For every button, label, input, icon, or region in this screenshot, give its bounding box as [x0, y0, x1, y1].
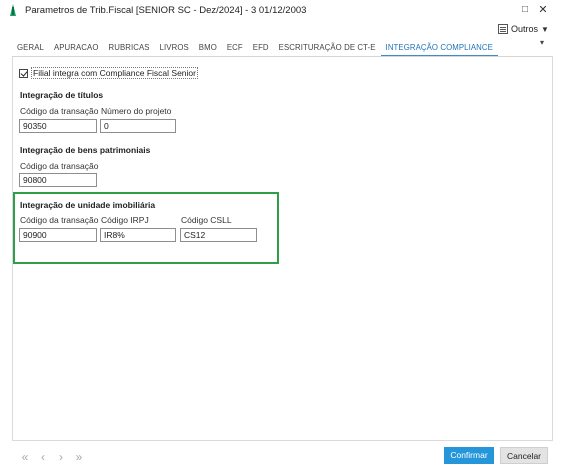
imobiliaria-codigo-label: Código da transação — [20, 215, 99, 225]
tab-efd[interactable]: EFD — [248, 40, 274, 57]
confirm-button[interactable]: Confirmar — [444, 447, 494, 464]
tab-ecf[interactable]: ECF — [222, 40, 248, 57]
tab-bmo[interactable]: BMO — [194, 40, 222, 57]
next-record-icon[interactable]: › — [55, 450, 67, 464]
outros-label: Outros — [511, 24, 539, 34]
app-icon — [10, 4, 16, 16]
titulos-codigo-label: Código da transação — [20, 106, 99, 116]
tab-livros[interactable]: LIVROS — [155, 40, 194, 57]
maximize-icon[interactable]: □ — [518, 3, 532, 17]
first-record-icon[interactable]: « — [19, 450, 31, 464]
record-navigation: « ‹ › » — [19, 450, 85, 464]
titulos-codigo-field[interactable]: 90350 — [19, 119, 97, 133]
imobiliaria-section-title: Integração de unidade imobiliária — [20, 200, 156, 210]
last-record-icon[interactable]: » — [73, 450, 85, 464]
title-bar: Parametros de Trib.Fiscal [SENIOR SC - D… — [0, 0, 567, 20]
tab-bar: GERAL APURACAO RUBRICAS LIVROS BMO ECF E… — [12, 40, 498, 57]
bens-section-title: Integração de bens patrimoniais — [20, 145, 151, 155]
bens-codigo-label: Código da transação — [20, 161, 99, 171]
imobiliaria-csll-field[interactable]: CS12 — [180, 228, 257, 242]
tabs-scroll-down-icon[interactable]: ▾ — [540, 38, 544, 47]
titulos-projeto-field[interactable]: 0 — [100, 119, 176, 133]
chevron-down-icon: ▼ — [541, 24, 549, 34]
imobiliaria-codigo-field[interactable]: 90900 — [19, 228, 97, 242]
cancel-button[interactable]: Cancelar — [500, 447, 548, 464]
titulos-section-title: Integração de títulos — [20, 90, 104, 100]
imobiliaria-irpj-label: Código IRPJ — [101, 215, 149, 225]
parametros-window: Parametros de Trib.Fiscal [SENIOR SC - D… — [0, 0, 567, 474]
tab-integracao-compliance[interactable]: INTEGRAÇÃO COMPLIANCE — [380, 40, 498, 57]
bens-codigo-field[interactable]: 90800 — [19, 173, 97, 187]
compliance-checkbox-label[interactable]: Filial integra com Compliance Fiscal Sen… — [31, 67, 198, 79]
imobiliaria-irpj-field[interactable]: IR8% — [100, 228, 176, 242]
tab-rubricas[interactable]: RUBRICAS — [104, 40, 155, 57]
compliance-checkbox-row[interactable]: Filial integra com Compliance Fiscal Sen… — [19, 67, 198, 79]
menu-list-icon — [498, 24, 508, 34]
titulos-projeto-label: Número do projeto — [101, 106, 172, 116]
close-icon[interactable]: ✕ — [536, 3, 550, 17]
previous-record-icon[interactable]: ‹ — [37, 450, 49, 464]
compliance-checkbox[interactable] — [19, 68, 28, 78]
imobiliaria-csll-label: Código CSLL — [181, 215, 232, 225]
tab-geral[interactable]: GERAL — [12, 40, 49, 57]
outros-menu-button[interactable]: Outros ▼ — [498, 22, 549, 36]
tab-escrituracao-cte[interactable]: ESCRITURAÇÃO DE CT-E — [274, 40, 381, 57]
window-title: Parametros de Trib.Fiscal [SENIOR SC - D… — [25, 5, 307, 16]
tab-apuracao[interactable]: APURACAO — [49, 40, 104, 57]
